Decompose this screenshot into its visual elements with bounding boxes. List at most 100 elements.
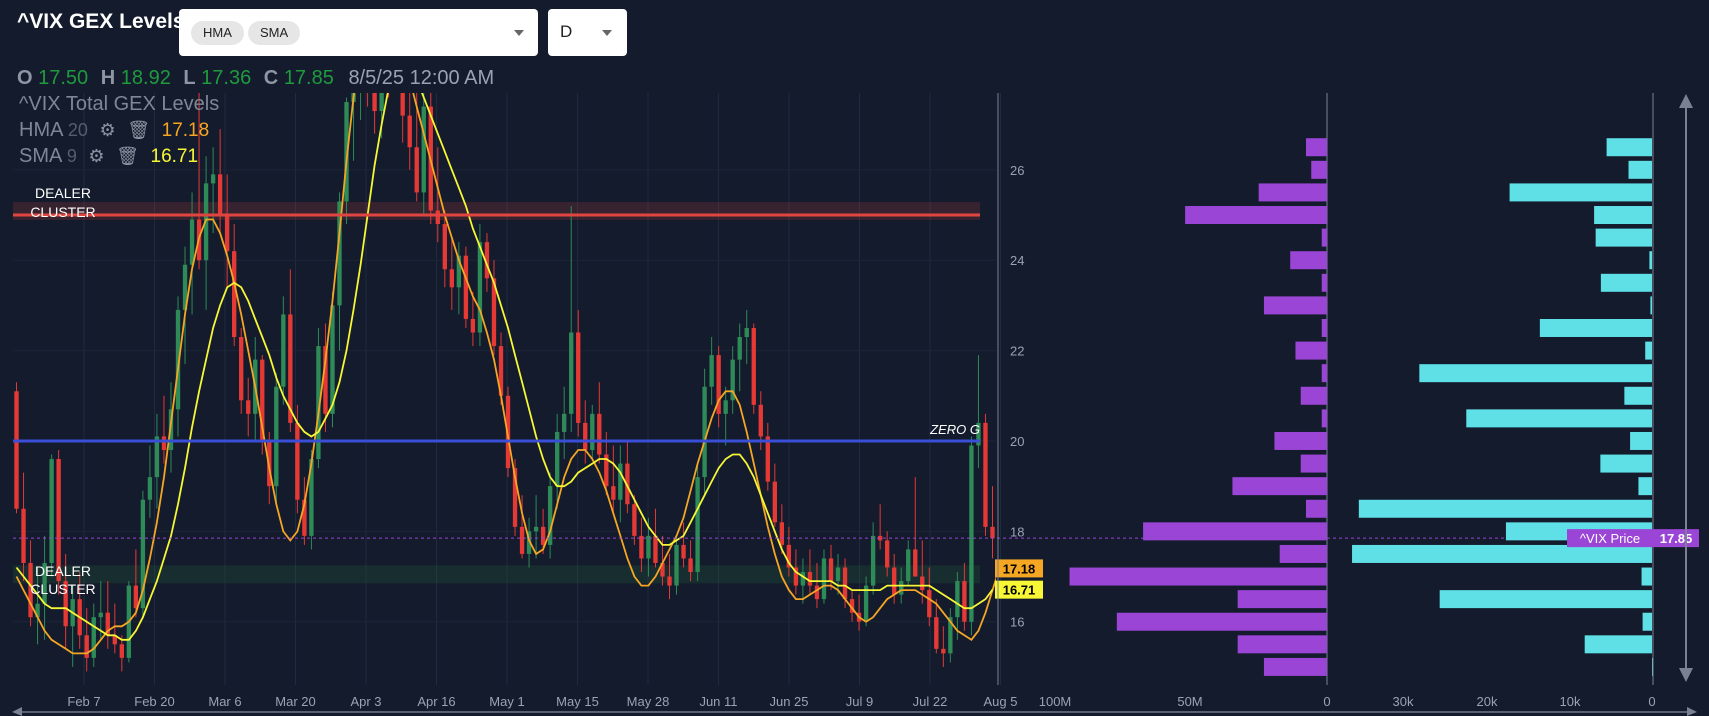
candle-body (990, 526, 995, 539)
candle-body (828, 558, 834, 582)
candle-body (632, 504, 637, 536)
put-gex-bar (1638, 477, 1652, 496)
candle-body (646, 535, 651, 559)
candle-body (969, 445, 974, 622)
candle-body (449, 269, 455, 288)
call-gex-bar (1263, 657, 1327, 676)
candle-body (906, 549, 911, 582)
candle-body (709, 355, 714, 387)
arrow-left-icon[interactable] (12, 707, 22, 716)
candle-body (590, 413, 595, 451)
y-tick-label: 26 (1010, 163, 1024, 178)
candle-body (751, 327, 756, 405)
x-tick-label: May 1 (489, 694, 524, 709)
y-tick-label: 22 (1010, 344, 1024, 359)
put-gex-bar (1358, 499, 1652, 518)
legend-sma-value: 16.71 (150, 146, 199, 167)
call-gex-bar (1279, 544, 1327, 563)
candle-body (884, 540, 890, 568)
candle-body (393, 48, 397, 62)
put-gex-bar (1649, 251, 1652, 270)
vix-price-label-text: ^VIX Price (1580, 531, 1640, 546)
candle-body (210, 174, 216, 184)
put-gex-bar (1642, 612, 1652, 631)
candle-body (98, 612, 103, 618)
call-gex-bar (1237, 635, 1327, 654)
x-tick-label: May 15 (556, 694, 599, 709)
hma-value-tag-text: 17.18 (1003, 561, 1036, 576)
legend-title: ^VIX Total GEX Levels (19, 93, 220, 115)
candle-body (983, 422, 988, 527)
candle-body (941, 648, 946, 654)
candle-body (899, 581, 904, 595)
candle-body (231, 251, 237, 338)
candle-body (618, 463, 623, 500)
call-gex-bar (1321, 273, 1327, 292)
arrow-right-icon[interactable] (1687, 707, 1697, 716)
call-gex-bar (1321, 409, 1327, 428)
put-gex-tick-label: 20k (1477, 694, 1498, 709)
call-gex-bar (1321, 228, 1327, 247)
candle-body (688, 558, 693, 573)
candle-body (934, 617, 939, 649)
x-tick-label: Apr 3 (350, 694, 381, 709)
candle-body (674, 544, 679, 586)
candle-body (246, 400, 251, 414)
put-gex-tick-label: 0 (1648, 694, 1655, 709)
call-gex-tick-label: 100M (1039, 694, 1072, 709)
chart-canvas[interactable]: DEALER CLUSTER ZERO G DEALER CLUSTER 17.18 16.… (0, 0, 1709, 716)
candle-body (695, 477, 700, 573)
candle-body (147, 477, 153, 500)
call-gex-bar (1321, 318, 1327, 337)
x-tick-label: May 28 (627, 694, 670, 709)
call-gex-bar (1143, 522, 1327, 541)
trash-icon[interactable]: 🗑 (116, 146, 139, 166)
candle-body (91, 617, 96, 658)
candle-body (470, 318, 476, 333)
put-gex-bar (1584, 635, 1652, 654)
candle-body (161, 436, 167, 451)
put-gex-bar (1439, 590, 1652, 609)
arrow-down-icon[interactable] (1679, 668, 1693, 682)
candle-body (463, 255, 469, 319)
vix-price-value-text: 17.85 (1660, 531, 1693, 546)
put-gex-tick-label: 30k (1393, 694, 1414, 709)
candle-body (807, 572, 813, 586)
dealer-cluster-label-lower: CLUSTER (30, 581, 95, 597)
candle-body (224, 215, 230, 252)
candle-body (723, 400, 728, 414)
call-gex-bar (1305, 138, 1327, 157)
legend-sma-period: 9 (66, 146, 77, 166)
put-gex-bar (1628, 160, 1652, 179)
candle-body (702, 386, 707, 478)
x-tick-label: Feb 7 (67, 694, 100, 709)
candle-body (779, 522, 785, 545)
candle-body (21, 508, 26, 563)
call-gex-bar (1290, 251, 1327, 270)
candle-body (358, 21, 362, 80)
candle-body (583, 422, 588, 451)
dealer-cluster-label-upper: DEALER (35, 185, 91, 201)
legend-sma-name: SMA (19, 145, 62, 167)
candle-body (407, 115, 412, 148)
gear-icon[interactable]: ⚙ (88, 146, 104, 166)
candle-body (667, 576, 672, 586)
x-tick-label: Aug 5 (984, 694, 1018, 709)
zero-gamma-label: ZERO G (929, 422, 980, 437)
put-gex-bar (1594, 206, 1652, 225)
dealer-cluster-zone-upper (13, 202, 980, 221)
put-gex-bar (1645, 341, 1652, 360)
legend-hma-value: 17.18 (161, 120, 210, 141)
candle-body (14, 391, 19, 509)
legend-hma-name: HMA (19, 119, 63, 141)
put-gex-bar (1539, 318, 1652, 337)
arrow-up-icon[interactable] (1679, 94, 1693, 108)
candle-body (835, 567, 841, 582)
gear-icon[interactable]: ⚙ (100, 120, 116, 140)
y-tick-label: 24 (1010, 253, 1024, 268)
call-gex-bar (1263, 296, 1327, 315)
candle-body (892, 567, 897, 595)
candle-body (842, 567, 848, 600)
call-gex-bar (1116, 612, 1327, 631)
trash-icon[interactable]: 🗑 (127, 120, 150, 140)
